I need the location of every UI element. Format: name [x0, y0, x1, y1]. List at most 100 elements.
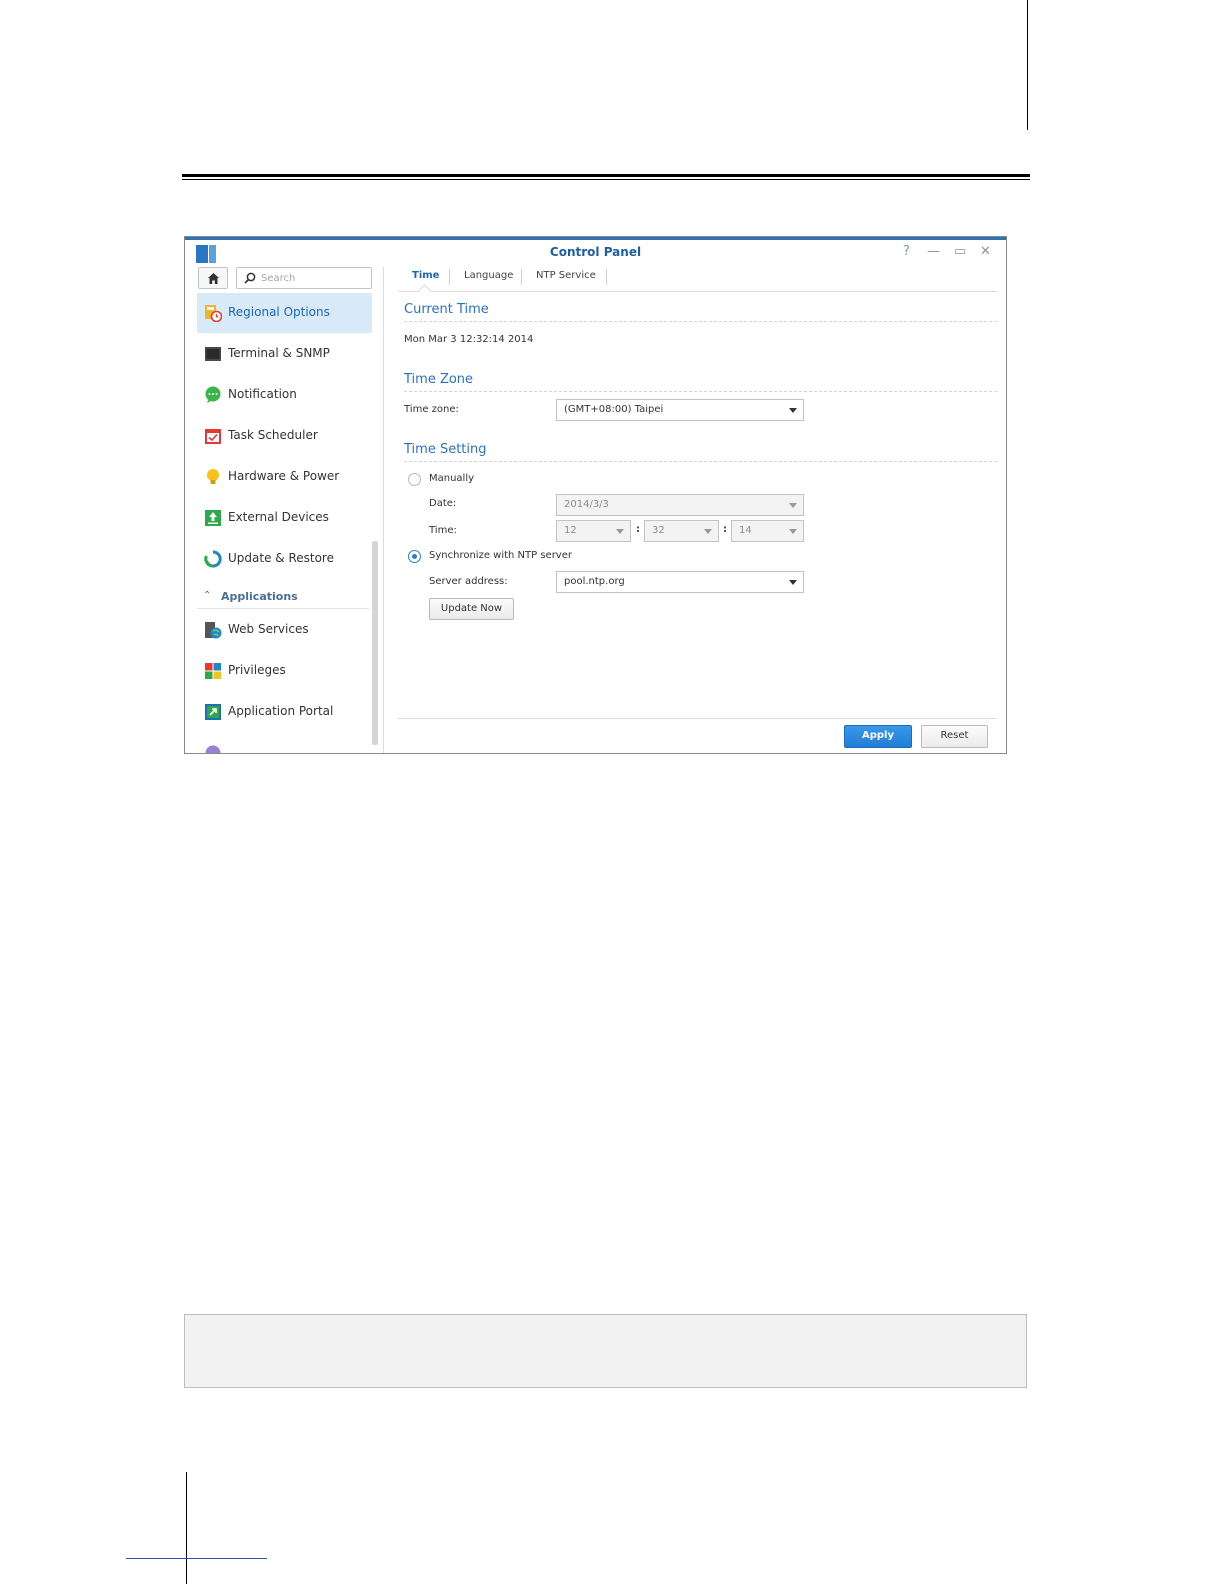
- sidebar-item-web-services[interactable]: Web Services: [197, 610, 372, 650]
- task-scheduler-icon: [205, 429, 221, 444]
- manually-radio[interactable]: [408, 473, 421, 486]
- page-margin-rule-bottom: [186, 1472, 187, 1584]
- sidebar-item-label: Regional Options: [228, 305, 330, 319]
- minute-select[interactable]: 32: [644, 520, 719, 542]
- date-label: Date:: [429, 498, 457, 509]
- notification-icon: [205, 386, 221, 403]
- sidebar-item-label: External Devices: [228, 510, 329, 524]
- time-separator: :: [723, 524, 727, 535]
- tab-time[interactable]: Time: [412, 270, 439, 281]
- chapter-rule-thin: [182, 179, 1030, 180]
- date-field[interactable]: 2014/3/3: [556, 494, 804, 516]
- sidebar-item-notification[interactable]: Notification: [197, 375, 372, 415]
- hour-value: 12: [564, 525, 577, 536]
- section-title-current-time: Current Time: [404, 302, 489, 317]
- minute-value: 32: [652, 525, 665, 536]
- sidebar-item-partial[interactable]: [197, 733, 372, 753]
- sidebar-item-terminal-snmp[interactable]: Terminal & SNMP: [197, 334, 372, 374]
- sidebar-item-update-restore[interactable]: Update & Restore: [197, 539, 372, 579]
- sidebar-item-hardware-power[interactable]: Hardware & Power: [197, 457, 372, 497]
- footer-divider: [398, 718, 997, 719]
- date-value: 2014/3/3: [564, 499, 609, 510]
- privileges-icon: [205, 663, 221, 679]
- sidebar-item-privileges[interactable]: Privileges: [197, 651, 372, 691]
- ntp-radio[interactable]: [408, 550, 421, 563]
- sidebar-item-label: Notification: [228, 387, 297, 401]
- title-bar: Control Panel ? — ▭ ✕: [185, 240, 1006, 266]
- close-icon[interactable]: ✕: [980, 244, 991, 259]
- control-panel-window: Control Panel ? — ▭ ✕ Regional Options T…: [184, 236, 1007, 754]
- external-devices-icon: [205, 510, 221, 526]
- search-box[interactable]: [236, 267, 372, 289]
- ntp-label: Synchronize with NTP server: [429, 550, 572, 561]
- time-zone-label: Time zone:: [404, 404, 459, 415]
- dropdown-arrow-icon: [789, 580, 797, 585]
- tab-language[interactable]: Language: [464, 270, 513, 281]
- sidebar-item-label: Hardware & Power: [228, 469, 340, 483]
- search-input[interactable]: [261, 270, 365, 286]
- second-select[interactable]: 14: [731, 520, 804, 542]
- dropdown-arrow-icon: [789, 529, 797, 534]
- apply-button[interactable]: Apply: [844, 725, 912, 748]
- dropdown-arrow-icon: [704, 529, 712, 534]
- tab-active-indicator: [418, 284, 431, 297]
- time-label: Time:: [429, 525, 457, 536]
- dropdown-arrow-icon: [616, 529, 624, 534]
- section-title-time-zone: Time Zone: [404, 372, 474, 387]
- help-icon[interactable]: ?: [903, 244, 910, 259]
- hardware-power-icon: [207, 469, 219, 484]
- tab-separator: [606, 269, 607, 285]
- window-title: Control Panel: [549, 245, 642, 259]
- update-now-button[interactable]: Update Now: [429, 598, 514, 620]
- note-box: [184, 1314, 1027, 1388]
- maximize-icon[interactable]: ▭: [954, 244, 966, 259]
- server-address-select[interactable]: pool.ntp.org: [556, 571, 804, 593]
- reset-button[interactable]: Reset: [921, 725, 988, 748]
- tab-ntp-service[interactable]: NTP Service: [536, 270, 596, 281]
- search-icon: [244, 272, 256, 284]
- media-icon: [205, 745, 221, 753]
- sidebar-item-label: Update & Restore: [228, 551, 334, 565]
- sidebar-item-task-scheduler[interactable]: Task Scheduler: [197, 416, 372, 456]
- sidebar-section-applications[interactable]: ⌃ Applications: [197, 588, 369, 609]
- section-divider: [404, 321, 997, 322]
- tab-separator: [521, 269, 522, 285]
- tab-bar: Time Language NTP Service: [398, 265, 997, 297]
- sidebar-section-label: Applications: [221, 590, 298, 603]
- sidebar-item-external-devices[interactable]: External Devices: [197, 498, 372, 538]
- sidebar-item-label: Application Portal: [228, 704, 334, 718]
- application-portal-icon: [205, 704, 221, 720]
- time-zone-value: (GMT+08:00) Taipei: [564, 404, 664, 415]
- web-services-icon: [205, 622, 222, 639]
- time-zone-select[interactable]: (GMT+08:00) Taipei: [556, 399, 804, 421]
- time-separator: :: [636, 524, 640, 535]
- section-title-time-setting: Time Setting: [404, 442, 487, 457]
- chevron-up-icon: ⌃: [203, 590, 212, 601]
- tab-separator: [449, 269, 450, 285]
- section-divider: [404, 461, 997, 462]
- update-restore-icon: [204, 550, 222, 568]
- manually-label: Manually: [429, 473, 475, 484]
- dropdown-arrow-icon: [789, 408, 797, 413]
- home-button[interactable]: [198, 267, 228, 289]
- dropdown-arrow-icon: [789, 503, 797, 508]
- server-address-label: Server address:: [429, 576, 508, 587]
- sidebar-item-application-portal[interactable]: Application Portal: [197, 692, 372, 732]
- footnote-rule: [126, 1558, 267, 1559]
- sidebar-item-label: Task Scheduler: [228, 428, 318, 442]
- hour-select[interactable]: 12: [556, 520, 631, 542]
- sidebar-scrollbar[interactable]: [372, 541, 378, 745]
- sidebar-item-regional-options[interactable]: Regional Options: [197, 293, 372, 333]
- regional-options-icon: [205, 305, 222, 322]
- current-time-value: Mon Mar 3 12:32:14 2014: [404, 334, 534, 345]
- sidebar-item-label: Web Services: [228, 622, 309, 636]
- server-address-value: pool.ntp.org: [564, 576, 625, 587]
- home-icon: [208, 273, 219, 284]
- page-margin-rule: [1027, 0, 1028, 130]
- chapter-rule: [182, 174, 1030, 177]
- second-value: 14: [739, 525, 752, 536]
- sidebar-item-label: Terminal & SNMP: [228, 346, 330, 360]
- sidebar-divider: [383, 267, 384, 753]
- minimize-icon[interactable]: —: [927, 244, 940, 259]
- sidebar-item-label: Privileges: [228, 663, 286, 677]
